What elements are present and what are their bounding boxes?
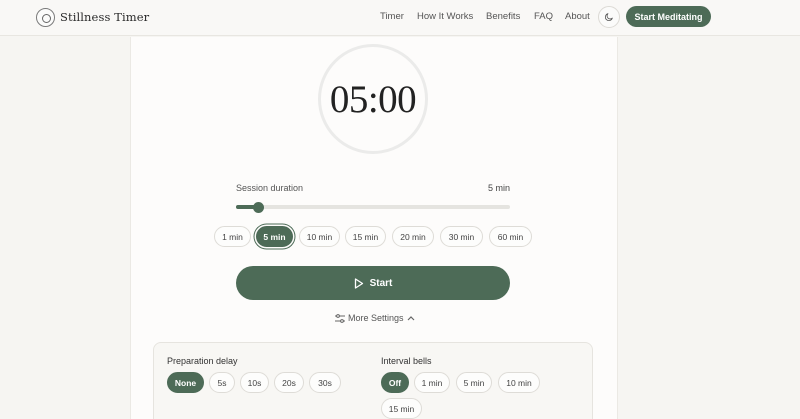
start-button[interactable]: Start (236, 266, 510, 300)
chevron-up-icon (407, 316, 414, 321)
preset-60-min[interactable]: 60 min (489, 226, 532, 247)
timer-display: 05:00 (329, 77, 417, 121)
duration-slider[interactable] (236, 201, 510, 213)
moon-icon (604, 13, 613, 22)
interval-bells-label: Interval bells (381, 356, 432, 366)
nav-link-timer[interactable]: Timer (380, 11, 404, 22)
interval-bells-1-min[interactable]: 1 min (414, 372, 450, 393)
prep-delay-5s[interactable]: 5s (209, 372, 235, 393)
prep-delay-none[interactable]: None (167, 372, 204, 393)
interval-bells-off[interactable]: Off (381, 372, 409, 393)
play-icon (354, 277, 363, 289)
interval-bells-15-min[interactable]: 15 min (381, 398, 422, 419)
circle-logo-icon (36, 7, 55, 27)
nav-link-benefits[interactable]: Benefits (486, 11, 520, 22)
nav-link-faq[interactable]: FAQ (534, 11, 553, 22)
brand[interactable]: Stillness Timer (36, 7, 149, 27)
slider-thumb[interactable] (253, 201, 265, 213)
prep-delay-10s[interactable]: 10s (240, 372, 269, 393)
preset-1-min[interactable]: 1 min (214, 226, 251, 247)
preparation-delay-label: Preparation delay (167, 356, 238, 366)
top-nav: Stillness Timer Timer How It Works Benef… (0, 0, 800, 36)
preset-10-min[interactable]: 10 min (299, 226, 340, 247)
preset-20-min[interactable]: 20 min (392, 226, 434, 247)
duration-label: Session duration (236, 183, 304, 193)
start-meditating-button[interactable]: Start Meditating (626, 6, 711, 27)
start-label: Start (369, 277, 393, 289)
prep-delay-20s[interactable]: 20s (274, 372, 304, 393)
prep-delay-30s[interactable]: 30s (309, 372, 341, 393)
sliders-icon (335, 313, 345, 323)
brand-name: Stillness Timer (60, 10, 150, 24)
preset-5-min[interactable]: 5 min (256, 226, 293, 247)
duration-value: 5 min (487, 183, 510, 193)
preset-15-min[interactable]: 15 min (345, 226, 386, 247)
interval-bells-10-min[interactable]: 10 min (498, 372, 540, 393)
theme-toggle-button[interactable] (598, 6, 620, 28)
more-settings-label: More Settings (348, 313, 404, 323)
nav-link-how-it-works[interactable]: How It Works (417, 11, 473, 22)
nav-link-about[interactable]: About (565, 11, 590, 22)
more-settings-toggle[interactable]: More Settings (332, 312, 418, 324)
preset-30-min[interactable]: 30 min (440, 226, 483, 247)
interval-bells-5-min[interactable]: 5 min (456, 372, 492, 393)
